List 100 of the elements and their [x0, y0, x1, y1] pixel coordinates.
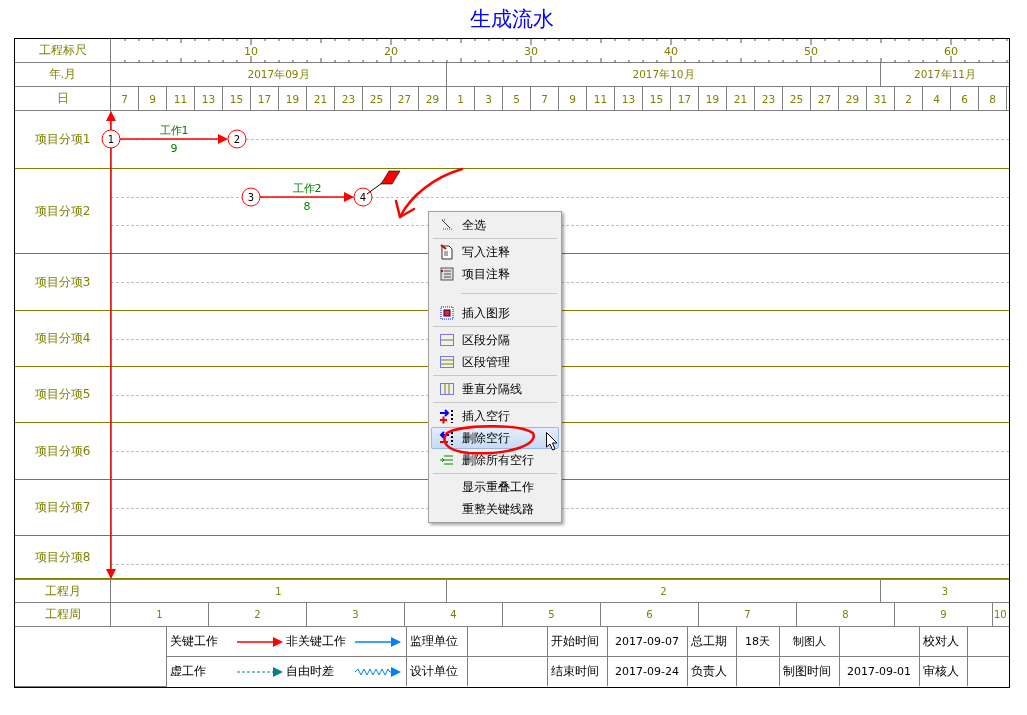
row-label: 项目分项5: [15, 367, 111, 422]
day-cell: 11: [167, 87, 195, 110]
indent-lines-icon: [439, 452, 455, 468]
legend-label: 虚工作: [169, 663, 207, 680]
day-cell: 5: [503, 87, 531, 110]
month-number-cell-text: 3: [940, 584, 950, 599]
day-cell: 7: [111, 87, 139, 110]
row-header: 工程月: [15, 580, 111, 602]
week-cell: 8: [797, 603, 895, 626]
critical-arrow-line: [236, 636, 283, 647]
week-cell: 3: [307, 603, 405, 626]
month-cell: 2017年09月: [111, 63, 447, 86]
noncritical-arrow-line: [354, 636, 401, 647]
info-label: 监理单位: [406, 627, 467, 657]
menu-item[interactable]: 写入注释: [431, 241, 559, 263]
week-cell: 7: [699, 603, 797, 626]
legend-label: 关键工作: [169, 633, 219, 650]
menu-item[interactable]: 插入空行: [431, 405, 559, 427]
day-cell: 7: [531, 87, 559, 110]
day-cell: 19: [699, 87, 727, 110]
day-cell: 29: [419, 87, 447, 110]
day-cell: 29: [839, 87, 867, 110]
info-label: 开始时间: [547, 627, 607, 657]
menu-item[interactable]: 插入图形: [431, 302, 559, 324]
month-cell-text: 2017年11月: [912, 66, 978, 82]
week-cell: 5: [503, 603, 601, 626]
dotted-box-vertical-lines-icon: [439, 381, 455, 397]
event-node: 3: [241, 187, 261, 207]
menu-item[interactable]: 重整关键线路: [431, 498, 559, 520]
day-cell: 31: [867, 87, 895, 110]
legend-label: 非关键工作: [285, 633, 347, 650]
event-node: 2: [227, 129, 247, 149]
menu-item[interactable]: 垂直分隔线: [431, 378, 559, 400]
list-document-icon: [439, 266, 455, 282]
day-cell: 15: [223, 87, 251, 110]
info-value: 2017-09-07: [607, 627, 687, 657]
info-label: 总工期: [687, 627, 736, 657]
day-cell: 15: [643, 87, 671, 110]
day-cell: 17: [251, 87, 279, 110]
row-header: 工程周: [15, 603, 111, 626]
framed-picture-icon: [439, 305, 455, 321]
week-cell: 4: [405, 603, 503, 626]
day-cell: 27: [391, 87, 419, 110]
menu-item[interactable]: 全选: [431, 214, 559, 236]
row-label: 项目分项7: [15, 480, 111, 535]
day-cell: 17: [671, 87, 699, 110]
day-cell: 23: [335, 87, 363, 110]
day-cell: 8: [979, 87, 1007, 110]
day-cell: 21: [307, 87, 335, 110]
row-header: 工程标尺: [15, 39, 111, 62]
row-label: 项目分项6: [15, 423, 111, 479]
day-cell: 13: [195, 87, 223, 110]
day-cell: 3: [475, 87, 503, 110]
menu-item[interactable]: 显示重叠工作: [431, 476, 559, 498]
row-label: 项目分项4: [15, 311, 111, 366]
menu-item[interactable]: 删除所有空行: [431, 449, 559, 471]
info-label: 制图人: [779, 627, 839, 657]
day-cell: 9: [559, 87, 587, 110]
day-cell: 27: [811, 87, 839, 110]
day-cell: 25: [783, 87, 811, 110]
day-cell: 6: [951, 87, 979, 110]
day-cell: 9: [139, 87, 167, 110]
chart-title: 生成流水: [469, 6, 555, 33]
work-duration: 8: [303, 200, 311, 213]
document-pencil-icon: [439, 244, 455, 260]
work-name: 工作1: [159, 124, 189, 137]
dotted-slant-icon: [439, 217, 455, 233]
event-node: 4: [353, 187, 373, 207]
week-cell: 1: [111, 603, 209, 626]
day-cell: 4: [923, 87, 951, 110]
work-name: 工作2: [292, 182, 322, 195]
info-value: 18天: [736, 627, 779, 657]
annotation-arrow: [394, 167, 464, 219]
month-number-cell: 1: [111, 580, 447, 602]
work-duration: 9: [170, 142, 178, 155]
row-label: 项目分项2: [15, 169, 111, 253]
menu-item[interactable]: 区段分隔: [431, 329, 559, 351]
day-cell: 11: [587, 87, 615, 110]
month-cell: 2017年10月: [447, 63, 881, 86]
day-cell: 23: [755, 87, 783, 110]
info-label: 校对人: [919, 627, 967, 657]
legend-label: 自由时差: [285, 663, 335, 680]
dotted-box-lines-icon: [439, 354, 455, 370]
row-label: 项目分项3: [15, 254, 111, 310]
ruler-scale: 10 20 30 40 50 60: [111, 39, 1009, 63]
arrow-minus-icon: [439, 430, 455, 446]
month-number-cell: 2: [447, 580, 881, 602]
menu-item[interactable]: 区段管理: [431, 351, 559, 373]
day-cell: 13: [615, 87, 643, 110]
day-cell: 19: [279, 87, 307, 110]
flag-icon: [366, 170, 401, 195]
menu-item[interactable]: 项目注释: [431, 263, 559, 285]
week-cell: 2: [209, 603, 307, 626]
week-cell: 9: [895, 603, 993, 626]
dashed-arrow-line: [236, 666, 283, 677]
week-cell: 6: [601, 603, 699, 626]
day-cell: 21: [727, 87, 755, 110]
week-cell-text: 10: [993, 608, 1008, 622]
row-header: 年.月: [15, 63, 111, 86]
arrow-plus-icon: [439, 408, 455, 424]
